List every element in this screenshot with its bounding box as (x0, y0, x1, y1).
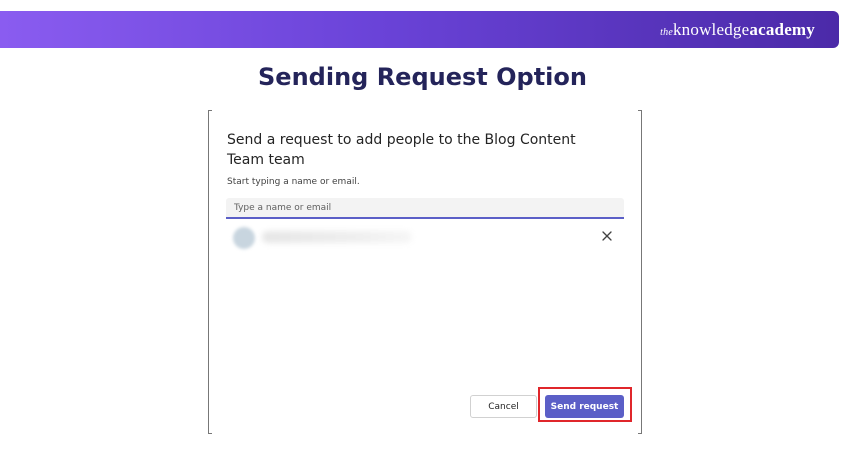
brand-logo-main: knowledge (672, 20, 750, 39)
selected-person-row (226, 224, 624, 252)
brand-banner: theknowledgeacademy (0, 11, 839, 48)
people-search-input[interactable] (226, 198, 624, 219)
send-request-dialog: Send a request to add people to the Blog… (208, 110, 642, 434)
dialog-heading: Send a request to add people to the Blog… (227, 132, 576, 168)
dialog-frame-right (638, 110, 642, 434)
person-name-redacted (262, 231, 412, 243)
send-request-button[interactable]: Send request (545, 395, 624, 418)
page-title: Sending Request Option (258, 63, 587, 91)
person-avatar (233, 227, 255, 249)
dialog-frame-left (208, 110, 212, 434)
brand-logo: theknowledgeacademy (660, 20, 815, 40)
cancel-button[interactable]: Cancel (470, 395, 537, 418)
page: theknowledgeacademy Sending Request Opti… (0, 0, 850, 450)
brand-logo-prefix: the (660, 27, 673, 38)
brand-logo-bold: academy (749, 20, 815, 39)
dialog-hint: Start typing a name or email. (227, 177, 360, 187)
close-icon[interactable] (600, 229, 614, 243)
